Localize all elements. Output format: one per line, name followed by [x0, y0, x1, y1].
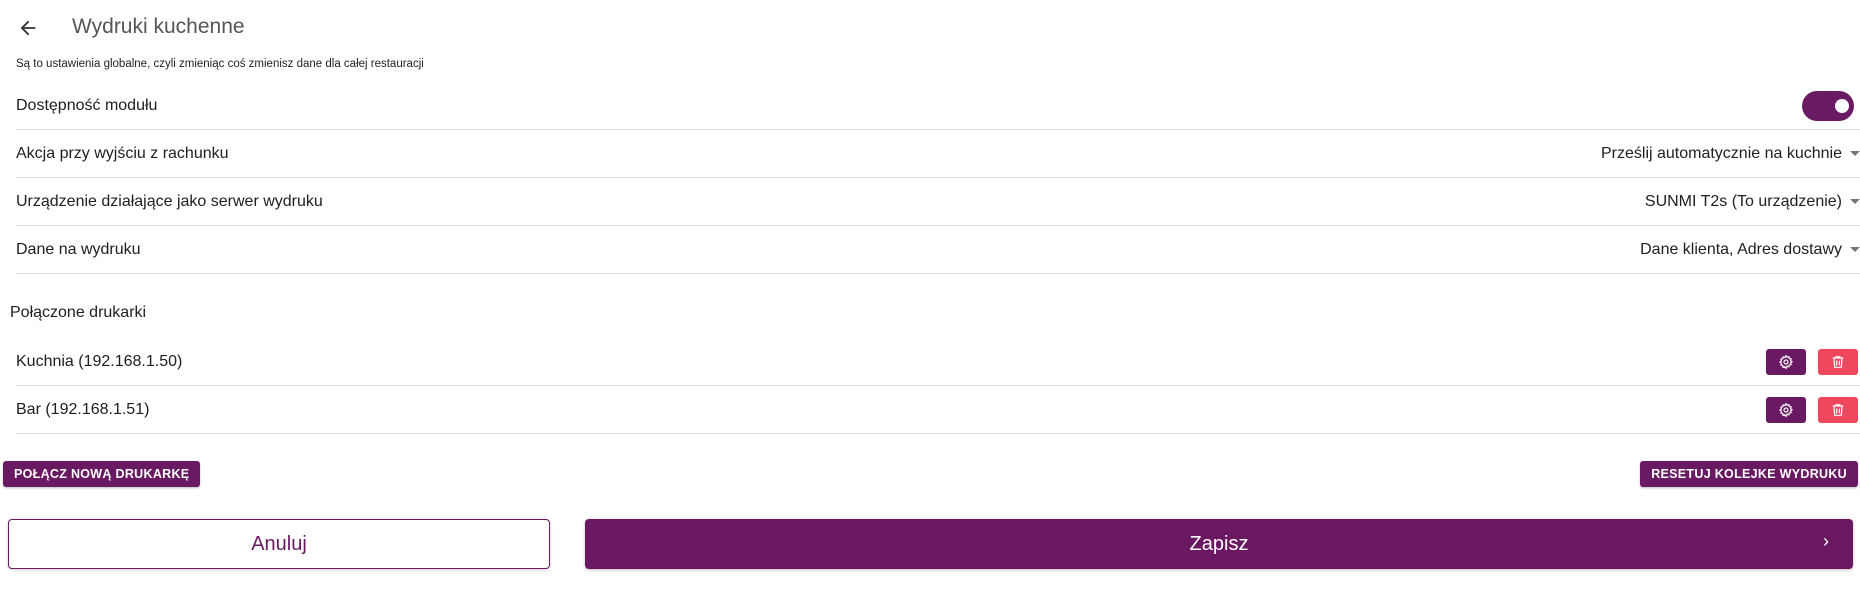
printer-settings-button[interactable] [1766, 348, 1806, 375]
exit-action-select[interactable]: Prześlij automatycznie na kuchnie [1601, 145, 1860, 163]
page-title: Wydruki kuchenne [72, 15, 245, 38]
printer-label: Bar (192.168.1.51) [16, 400, 150, 418]
back-button[interactable] [14, 14, 42, 42]
printer-actions [1766, 348, 1858, 375]
printer-list: Kuchnia (192.168.1.50) Bar (192.168.1.51… [16, 338, 1860, 434]
connected-printers-title: Połączone drukarki [10, 304, 147, 321]
dropdown-caret-icon [1850, 199, 1860, 204]
print-server-value: SUNMI T2s (To urządzenie) [1644, 192, 1842, 210]
chevron-right-icon: › [1823, 531, 1829, 551]
settings-list: Dostępność modułu Akcja przy wyjściu z r… [16, 82, 1860, 274]
print-server-label: Urządzenie działające jako serwer wydruk… [16, 192, 323, 210]
save-label: Zapisz [1189, 532, 1249, 555]
dropdown-caret-icon [1850, 247, 1860, 252]
cancel-button[interactable]: Anuluj [8, 519, 550, 569]
dropdown-caret-icon [1850, 151, 1860, 156]
connect-printer-button[interactable]: POŁĄCZ NOWĄ DRUKARKĘ [3, 461, 201, 487]
module-availability-label: Dostępność modułu [16, 96, 158, 114]
module-availability-row: Dostępność modułu [16, 82, 1860, 130]
exit-action-row: Akcja przy wyjściu z rachunku Prześlij a… [16, 130, 1860, 178]
printer-row-bar: Bar (192.168.1.51) [16, 386, 1860, 434]
printer-delete-button[interactable] [1818, 348, 1858, 375]
print-data-label: Dane na wydruku [16, 240, 141, 258]
toggle-knob [1835, 98, 1849, 113]
reset-print-queue-button[interactable]: RESETUJ KOLEJKE WYDRUKU [1640, 461, 1858, 487]
gear-icon [1778, 354, 1794, 369]
exit-action-label: Akcja przy wyjściu z rachunku [16, 144, 229, 162]
save-button[interactable]: Zapisz › [585, 519, 1853, 569]
print-server-row: Urządzenie działające jako serwer wydruk… [16, 178, 1860, 226]
print-data-select[interactable]: Dane klienta, Adres dostawy [1640, 241, 1860, 259]
print-data-row: Dane na wydruku Dane klienta, Adres dost… [16, 226, 1860, 274]
printer-delete-button[interactable] [1818, 396, 1858, 423]
header: Wydruki kuchenne [0, 0, 1860, 56]
kitchen-prints-page: Wydruki kuchenne Są to ustawienia global… [0, 0, 1860, 600]
trash-icon [1832, 355, 1844, 368]
printer-settings-button[interactable] [1766, 396, 1806, 423]
trash-icon [1832, 403, 1844, 416]
global-settings-notice: Są to ustawienia globalne, czyli zmienią… [16, 58, 424, 70]
gear-icon [1778, 402, 1794, 417]
printer-label: Kuchnia (192.168.1.50) [16, 352, 183, 370]
arrow-left-icon [20, 20, 36, 36]
printer-actions [1766, 396, 1858, 423]
print-server-select[interactable]: SUNMI T2s (To urządzenie) [1645, 193, 1860, 211]
exit-action-value: Prześlij automatycznie na kuchnie [1600, 144, 1842, 162]
module-availability-toggle[interactable] [1802, 90, 1854, 121]
print-data-value: Dane klienta, Adres dostawy [1640, 240, 1842, 258]
printer-row-kitchen: Kuchnia (192.168.1.50) [16, 338, 1860, 386]
cancel-label: Anuluj [251, 532, 307, 555]
